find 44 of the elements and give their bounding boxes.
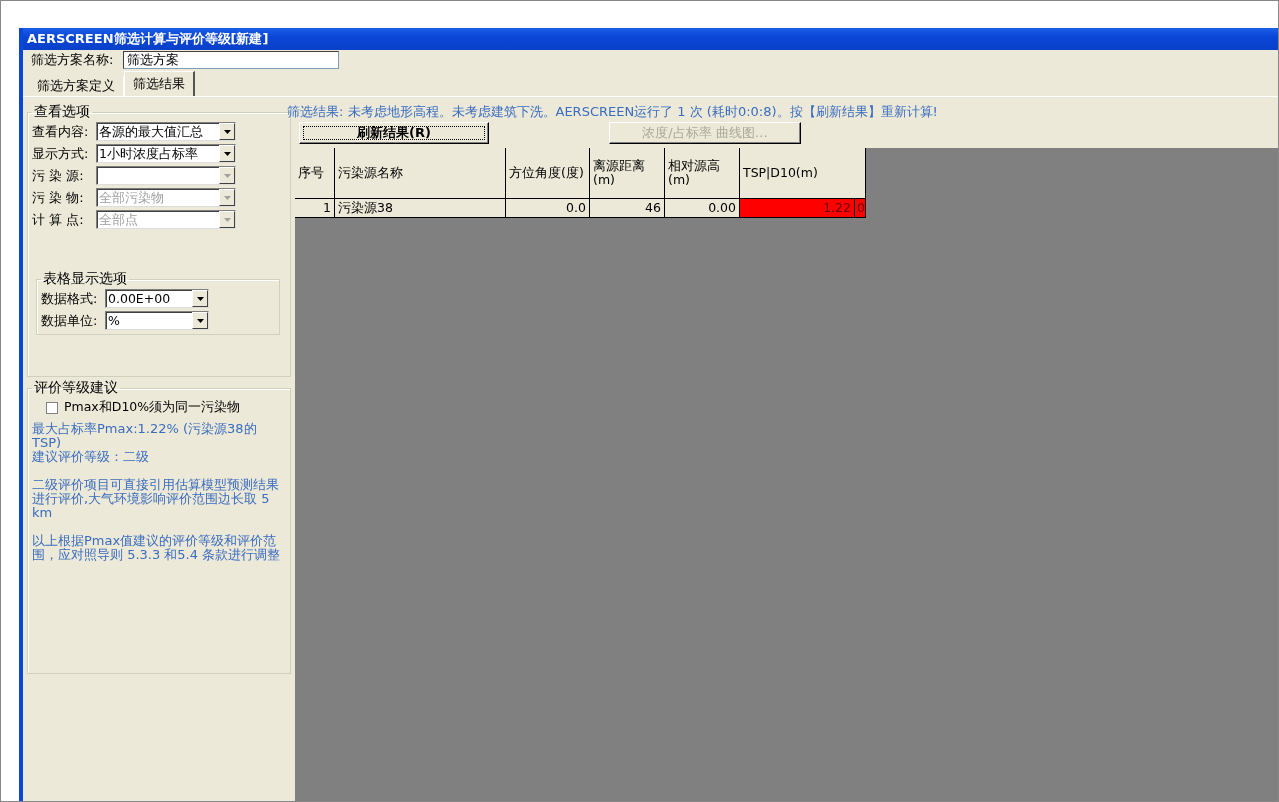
input-field[interactable]: 筛选方案 xyxy=(123,51,340,69)
status-text: 筛选结果: 未考虑地形高程。未考虑建筑下洗。AERSCREEN运行了 1 次 (耗时0:0:8)。按【刷新结果】重新计算! xyxy=(287,103,939,121)
advice-text: 最大占标率Pmax:1.22% (污染源38的 TSP) 建议评价等级：二级 xyxy=(32,422,258,464)
caret-icon xyxy=(223,173,231,178)
group-title: 查看选项 xyxy=(33,103,91,121)
tab[interactable]: 筛选结果 xyxy=(124,71,195,96)
group-title: 表格显示选项 xyxy=(42,270,128,288)
field-label: 污 染 源: xyxy=(32,166,85,185)
caret-icon xyxy=(196,296,204,301)
table-cell: 0.0 xyxy=(506,199,590,218)
field-label: 数据单位: xyxy=(41,311,99,330)
table-cell: 1.22 0 xyxy=(740,199,866,218)
group-title: 评价等级建议 xyxy=(33,379,119,397)
table-cell: 0.00 xyxy=(665,199,740,218)
field-label: 污 染 物: xyxy=(32,188,85,207)
field-label: 计 算 点: xyxy=(32,210,85,229)
dropdown[interactable]: % xyxy=(105,311,209,330)
column-header: 相对源高(m) xyxy=(665,148,740,199)
refresh-button[interactable]: 刷新结果(R) xyxy=(299,122,489,144)
table-cell: 1 xyxy=(295,199,335,218)
column-header: 污染源名称 xyxy=(335,148,506,199)
field-label: 数据格式: xyxy=(41,289,99,308)
checkbox-label: Pmax和D10%须为同一污染物 xyxy=(64,399,241,416)
caret-icon xyxy=(196,318,204,323)
column-header: TSP|D10(m) xyxy=(740,148,866,199)
checkbox[interactable] xyxy=(46,401,58,414)
table-cell: 46 xyxy=(590,199,665,218)
caret-icon xyxy=(223,129,231,134)
column-header: 离源距离(m) xyxy=(590,148,665,199)
field-label: 显示方式: xyxy=(32,144,90,163)
advice-text: 以上根据Pmax值建议的评价等级和评价范围，应对照导则 5.3.3 和5.4 条款进行调整 xyxy=(32,534,282,562)
column-header: 序号 xyxy=(295,148,335,199)
caret-icon xyxy=(223,217,231,222)
field-label: 查看内容: xyxy=(32,122,90,141)
caret-icon xyxy=(223,195,231,200)
window-title: AERSCREEN筛选计算与评价等级[新建] xyxy=(23,28,1278,50)
dropdown[interactable]: 各源的最大值汇总 xyxy=(96,122,236,141)
dropdown[interactable]: 0.00E+00 xyxy=(105,289,209,308)
dropdown[interactable]: 1小时浓度占标率 xyxy=(96,144,236,163)
table-cell: 污染源38 xyxy=(335,199,506,218)
caret-icon xyxy=(223,151,231,156)
advice-text: 二级评价项目可直接引用估算模型预测结果进行评价,大气环境影响评价范围边长取 5 km xyxy=(32,478,280,520)
column-header: 方位角度(度) xyxy=(506,148,590,199)
field-label: 筛选方案名称: xyxy=(31,51,114,69)
